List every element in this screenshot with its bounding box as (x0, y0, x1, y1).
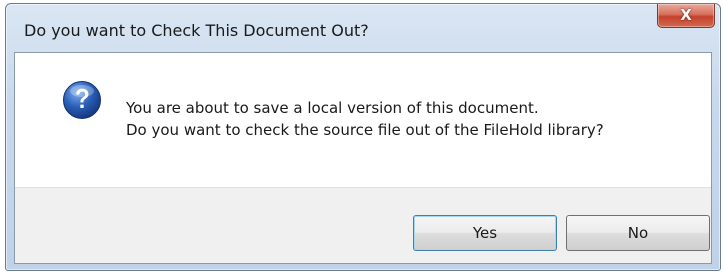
message-area: You are about to save a local version of… (15, 53, 711, 187)
dialog-message: You are about to save a local version of… (126, 97, 604, 141)
dialog-window: Do you want to Check This Document Out? … (5, 3, 721, 271)
button-bar: Yes No (15, 187, 711, 263)
dialog-body: You are about to save a local version of… (14, 52, 712, 264)
message-line-2: Do you want to check the source file out… (126, 121, 604, 139)
question-icon (63, 81, 101, 119)
close-icon: X (680, 6, 692, 24)
no-button[interactable]: No (566, 215, 710, 251)
title-bar[interactable]: Do you want to Check This Document Out? … (6, 4, 720, 52)
dialog-title: Do you want to Check This Document Out? (24, 21, 369, 40)
message-line-1: You are about to save a local version of… (126, 99, 539, 117)
yes-button[interactable]: Yes (413, 215, 557, 251)
close-button[interactable]: X (657, 4, 715, 28)
